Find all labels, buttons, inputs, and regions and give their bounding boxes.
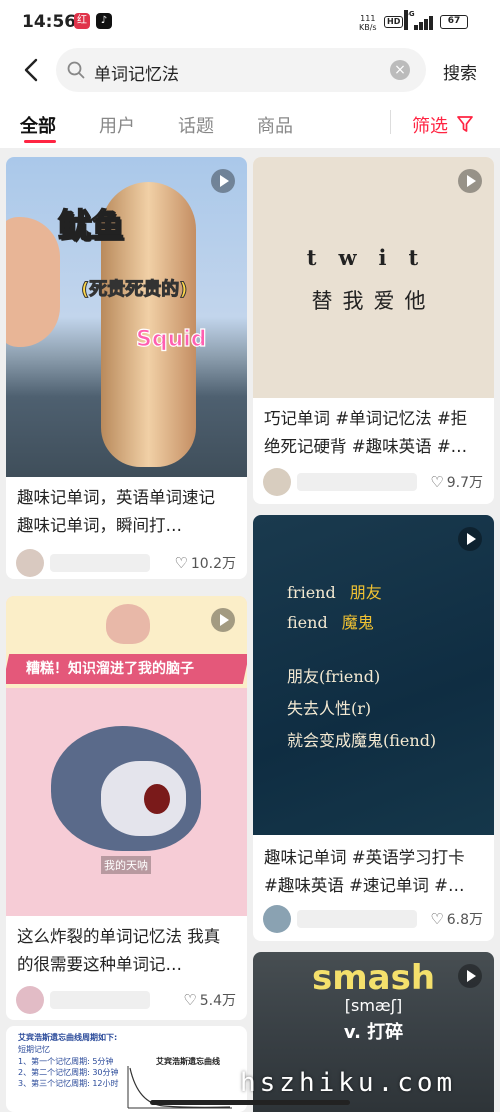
like-count[interactable]: ♡ 5.4万 bbox=[183, 990, 236, 1010]
search-header: 单词记忆法 × 搜索 bbox=[0, 44, 500, 96]
author-name[interactable] bbox=[297, 473, 417, 491]
cover-title: 鱿鱼 bbox=[57, 205, 125, 246]
signal-icon: 5G bbox=[404, 10, 434, 30]
watermark: hszhiku.com bbox=[240, 1068, 457, 1098]
heart-icon: ♡ bbox=[430, 473, 444, 491]
network-speed-unit: KB/s bbox=[359, 23, 377, 32]
note-card[interactable]: 鱿鱼 (死贵死贵的) Squid 趣味记单词，英语单词速记 趣味记单词，瞬间打…… bbox=[6, 157, 247, 579]
like-count-value: 6.8万 bbox=[446, 912, 483, 928]
cover-chinese-word: 魔鬼 bbox=[341, 613, 374, 632]
cover-english-word: fiend bbox=[287, 613, 328, 632]
author-name[interactable] bbox=[50, 554, 150, 572]
back-arrow-icon[interactable] bbox=[20, 57, 44, 83]
avatar[interactable] bbox=[16, 549, 44, 577]
tab-products[interactable]: 商品 bbox=[257, 112, 293, 138]
note-cover-image: friend 朋友 fiend 魔鬼 朋友(friend) 失去人性(r) 就会变成… bbox=[253, 515, 494, 835]
avatar[interactable] bbox=[263, 905, 291, 933]
tom-cat-mouth bbox=[144, 784, 170, 814]
avatar[interactable] bbox=[16, 986, 44, 1014]
cover-chinese-text: 替我爱他 bbox=[311, 289, 436, 313]
hd-badge: HD bbox=[384, 16, 404, 28]
result-tabs: 全部 用户 话题 商品 筛选 bbox=[0, 96, 500, 148]
search-icon bbox=[67, 61, 85, 79]
cover-banner-text: 糟糕！知识溜进了我的脑子 bbox=[26, 661, 194, 677]
cover-line: fiend 魔鬼 bbox=[287, 609, 374, 633]
tiktok-notification-icon: ♪ bbox=[96, 13, 112, 29]
note-card[interactable]: friend 朋友 fiend 魔鬼 朋友(friend) 失去人性(r) 就会变成… bbox=[253, 515, 494, 941]
clear-icon[interactable]: × bbox=[390, 60, 410, 80]
filter-icon[interactable] bbox=[457, 115, 473, 133]
search-query: 单词记忆法 bbox=[94, 65, 179, 85]
cover-story-line: 失去人性(r) bbox=[287, 699, 372, 718]
like-count-value: 10.2万 bbox=[190, 556, 236, 572]
avatar[interactable] bbox=[263, 468, 291, 496]
cover-story-line: 朋友(friend) bbox=[287, 667, 381, 686]
tab-all[interactable]: 全部 bbox=[20, 112, 56, 138]
tab-users[interactable]: 用户 bbox=[99, 112, 135, 138]
like-count-value: 9.7万 bbox=[446, 475, 483, 491]
xiaohongshu-notification-icon: 红 bbox=[74, 13, 90, 29]
cover-doc-title: 艾宾浩斯遗忘曲线周期如下: bbox=[18, 1033, 118, 1042]
network-type: 5G bbox=[404, 10, 415, 30]
cover-doc-line: 3、第三个记忆周期: 12小时 bbox=[18, 1079, 119, 1088]
play-icon bbox=[458, 964, 482, 988]
home-indicator[interactable] bbox=[150, 1100, 350, 1105]
note-cover-image: 糟糕！知识溜进了我的脑子 我的天呐 bbox=[6, 596, 247, 916]
cover-doc-line: 1、第一个记忆周期: 5分钟 bbox=[18, 1057, 114, 1066]
search-button[interactable]: 搜索 bbox=[443, 59, 477, 84]
heart-icon: ♡ bbox=[174, 554, 188, 572]
cover-definition: v. 打碎 bbox=[343, 1022, 404, 1043]
cover-doc-subtitle: 短期记忆 bbox=[18, 1045, 50, 1054]
hand-image bbox=[6, 217, 60, 347]
like-count[interactable]: ♡ 6.8万 bbox=[430, 909, 483, 929]
author-name[interactable] bbox=[297, 910, 417, 928]
cover-english-word: Squid bbox=[135, 326, 207, 352]
cover-doc-line: 2、第二个记忆周期: 30分钟 bbox=[18, 1068, 119, 1077]
cover-subtitle: (死贵死贵的) bbox=[80, 279, 188, 301]
heart-icon: ♡ bbox=[183, 991, 197, 1009]
network-speed-value: 111 bbox=[360, 14, 376, 23]
active-tab-indicator bbox=[24, 140, 56, 143]
like-count[interactable]: ♡ 10.2万 bbox=[174, 553, 236, 573]
cover-english-word: twit bbox=[306, 245, 441, 270]
like-count-value: 5.4万 bbox=[199, 993, 236, 1009]
note-card[interactable]: 糟糕！知识溜进了我的脑子 我的天呐 这么炸裂的单词记忆法 我真的很需要这种单词记… bbox=[6, 596, 247, 1020]
note-title: 趣味记单词 #英语学习打卡 #趣味英语 #速记单词 #… bbox=[264, 848, 465, 895]
like-count[interactable]: ♡ 9.7万 bbox=[430, 472, 483, 492]
tab-divider bbox=[390, 110, 391, 134]
note-cover-image: 鱿鱼 (死贵死贵的) Squid bbox=[6, 157, 247, 477]
cover-phonetic: [smæʃ] bbox=[344, 996, 403, 1015]
filter-button[interactable]: 筛选 bbox=[412, 112, 448, 138]
heart-icon: ♡ bbox=[430, 910, 444, 928]
note-title: 趣味记单词，英语单词速记 趣味记单词，瞬间打… bbox=[17, 488, 215, 535]
status-time: 14:56 bbox=[22, 12, 77, 32]
cover-line: friend 朋友 bbox=[287, 579, 382, 603]
play-icon bbox=[458, 169, 482, 193]
status-bar: 14:56 红 ♪ 111 KB/s HD 5G 67 bbox=[0, 0, 500, 44]
author-name[interactable] bbox=[50, 991, 150, 1009]
play-icon bbox=[211, 169, 235, 193]
note-card[interactable]: twit 替我爱他 巧记单词 #单词记忆法 #拒绝死记硬背 #趣味英语 #… ♡… bbox=[253, 157, 494, 504]
play-icon bbox=[211, 608, 235, 632]
network-speed: 111 KB/s bbox=[359, 14, 377, 32]
cover-story-line: 就会变成魔鬼(fiend) bbox=[287, 731, 437, 750]
note-cover-image: twit 替我爱他 bbox=[253, 157, 494, 398]
note-title: 这么炸裂的单词记忆法 我真的很需要这种单词记… bbox=[17, 927, 221, 974]
search-input[interactable]: 单词记忆法 × bbox=[56, 48, 426, 92]
cover-english-word: friend bbox=[287, 583, 336, 602]
note-title: 巧记单词 #单词记忆法 #拒绝死记硬背 #趣味英语 #… bbox=[264, 409, 468, 456]
tab-topics[interactable]: 话题 bbox=[178, 112, 214, 138]
bear-sticker bbox=[106, 604, 150, 644]
cover-caption: 我的天呐 bbox=[101, 856, 151, 874]
battery-icon: 67 bbox=[440, 15, 468, 29]
play-icon bbox=[458, 527, 482, 551]
cover-chinese-word: 朋友 bbox=[349, 583, 382, 602]
